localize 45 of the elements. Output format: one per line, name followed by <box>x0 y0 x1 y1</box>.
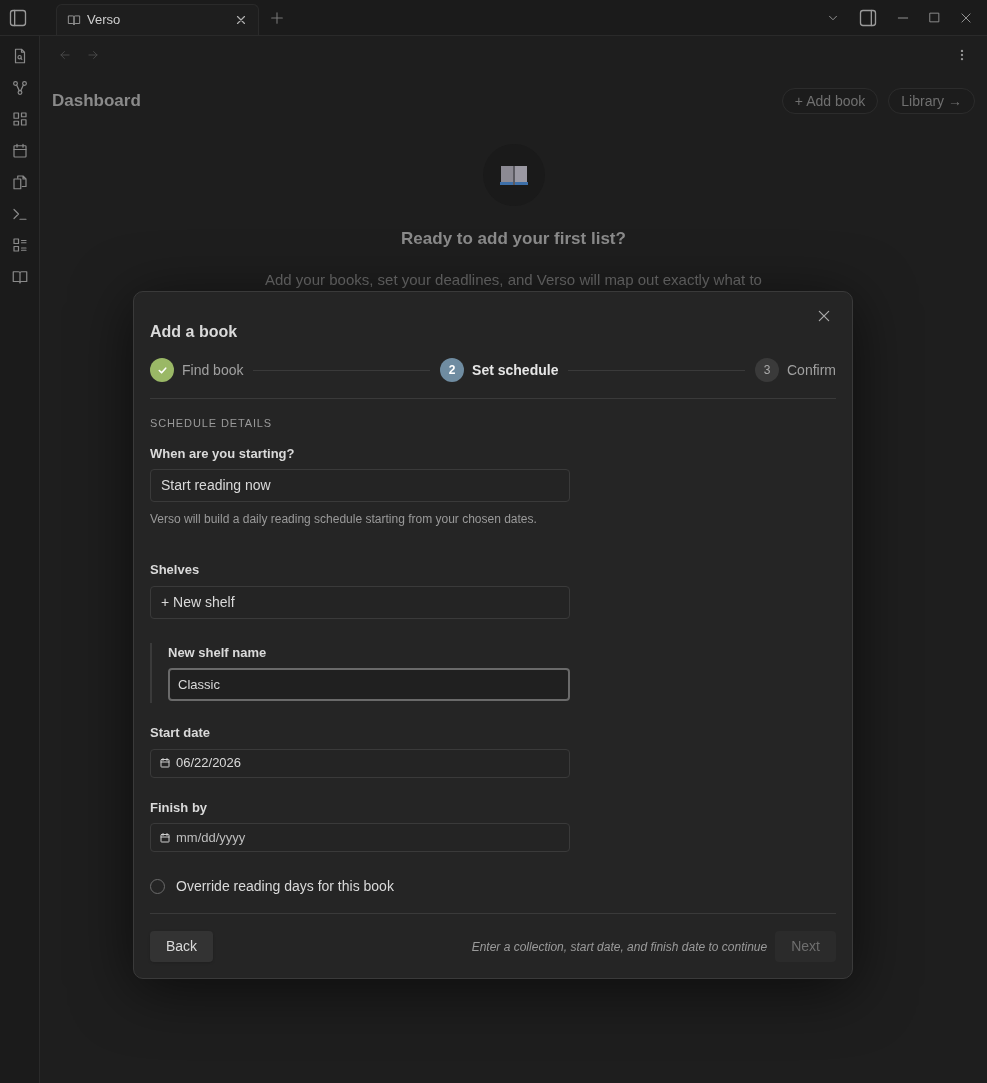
empty-state-text: Add your books, set your deadlines, and Verso will map out exactly what to <box>265 269 762 290</box>
start-select[interactable]: Start reading now <box>150 469 570 502</box>
tab-label: Verso <box>87 11 122 30</box>
field-label: New shelf name <box>168 643 268 662</box>
open-book-icon <box>498 163 529 187</box>
field-label: Start date <box>150 724 211 742</box>
step-number: 3 <box>755 358 779 382</box>
radio-label: Override reading days for this book <box>176 877 394 896</box>
check-icon <box>156 364 168 376</box>
tab[interactable]: Verso <box>56 4 259 35</box>
header-button[interactable]: Library → <box>888 88 975 114</box>
sidebar-toggle-icon[interactable] <box>8 7 28 28</box>
calendar-icon <box>159 831 171 844</box>
field-label: When are you starting? <box>150 444 296 463</box>
book-icon <box>67 13 81 27</box>
shelf-select[interactable]: + New shelf <box>150 585 570 619</box>
shelf-name-field[interactable]: Classic <box>168 668 570 701</box>
grid-icon[interactable] <box>10 110 29 128</box>
page-title: Dashboard <box>52 90 142 113</box>
date-placeholder: mm/dd/yyyy <box>176 828 246 847</box>
section-heading: SCHEDULE DETAILS <box>150 416 274 431</box>
graph-icon[interactable] <box>10 78 29 97</box>
dialog-title: Add a book <box>150 322 239 342</box>
files-icon[interactable] <box>10 173 29 191</box>
calendar-icon <box>159 757 171 769</box>
checklist-icon[interactable] <box>10 236 29 254</box>
step-label: Find book <box>182 360 244 380</box>
close-icon[interactable] <box>959 10 973 25</box>
date-field[interactable]: 06/22/2026 <box>150 748 570 778</box>
sidebar-right-icon[interactable] <box>858 7 878 28</box>
empty-state-title: Ready to add your first list? <box>401 228 626 250</box>
maximize-icon[interactable] <box>928 11 941 24</box>
date-value: 06/22/2026 <box>176 754 242 773</box>
close-icon[interactable] <box>234 13 248 27</box>
field-label: Shelves <box>150 561 201 579</box>
step-number: 2 <box>440 358 465 382</box>
back-button[interactable]: Back <box>150 931 214 962</box>
close-icon[interactable] <box>816 308 832 324</box>
footer-hint: Enter a collection, start date, and finish date to continue <box>471 938 768 956</box>
calendar-icon[interactable] <box>10 141 29 160</box>
date-field[interactable]: mm/dd/yyyy <box>150 823 570 852</box>
field-label: Finish by <box>150 798 209 817</box>
hint-text: Verso will build a daily reading schedule starting from your chosen dates. <box>150 511 538 528</box>
step-label: Confirm <box>787 360 836 380</box>
step-label: Set schedule <box>472 360 559 380</box>
